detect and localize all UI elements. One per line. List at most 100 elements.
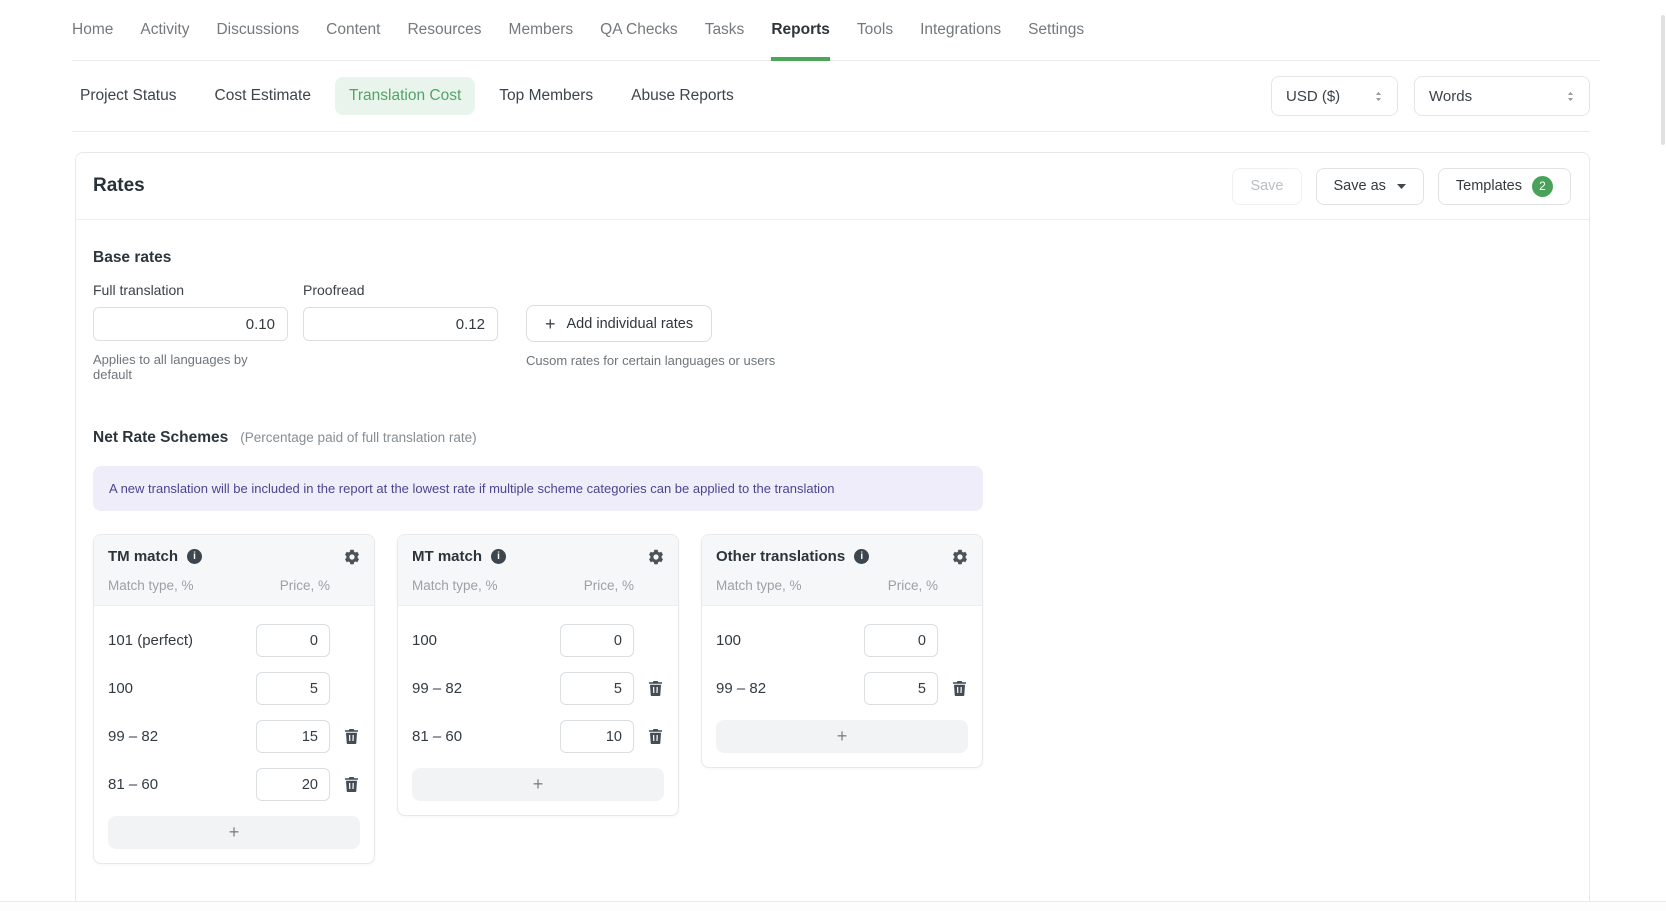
scheme-cards: TM matchMatch type, %Price, %101 (perfec…	[93, 534, 1572, 864]
rate-row: 81 – 60	[108, 768, 360, 801]
delete-row-button[interactable]	[345, 729, 358, 744]
tab-translation-cost[interactable]: Translation Cost	[335, 77, 475, 115]
match-range-label: 101 (perfect)	[108, 632, 256, 649]
net-rate-schemes-header: Net Rate Schemes (Percentage paid of ful…	[93, 429, 1572, 447]
add-individual-rates-button[interactable]: + Add individual rates	[526, 305, 712, 342]
nav-item-reports[interactable]: Reports	[771, 0, 830, 60]
base-rates-hint: Applies to all languages by default	[93, 352, 288, 382]
tab-cost-estimate[interactable]: Cost Estimate	[201, 77, 325, 115]
price-input[interactable]	[560, 672, 634, 705]
add-individual-rates-label: Add individual rates	[567, 316, 694, 332]
rate-row: 81 – 60	[412, 720, 664, 753]
match-range-label: 99 – 82	[108, 728, 256, 745]
proofread-input[interactable]	[303, 307, 498, 341]
report-filters: USD ($) Words	[1271, 76, 1590, 116]
vertical-scrollbar[interactable]	[1661, 15, 1665, 145]
nav-item-members[interactable]: Members	[509, 0, 574, 60]
save-button[interactable]: Save	[1232, 168, 1301, 205]
tab-project-status[interactable]: Project Status	[66, 77, 191, 115]
save-as-label: Save as	[1334, 178, 1386, 194]
scheme-title: MT match	[412, 548, 482, 565]
gear-icon	[344, 549, 360, 565]
full-translation-field: Full translation Applies to all language…	[93, 282, 288, 382]
base-rates-section: Base rates Full translation Applies to a…	[76, 220, 1589, 382]
match-range-label: 99 – 82	[716, 680, 864, 697]
scheme-card-header: MT match Match type, %Price, %	[398, 535, 678, 606]
net-rate-schemes-subtitle: (Percentage paid of full translation rat…	[240, 430, 476, 445]
scheme-card-mt-match: MT matchMatch type, %Price, %10099 – 828…	[397, 534, 679, 816]
price-input[interactable]	[256, 624, 330, 657]
delete-row-button[interactable]	[953, 681, 966, 696]
match-range-label: 81 – 60	[412, 728, 560, 745]
scheme-card-body: 100 99 – 82 +	[702, 606, 982, 767]
nav-item-resources[interactable]: Resources	[407, 0, 481, 60]
scheme-settings-button[interactable]	[344, 549, 360, 565]
column-header-price: Price, %	[280, 578, 330, 593]
price-input[interactable]	[864, 624, 938, 657]
scheme-settings-button[interactable]	[952, 549, 968, 565]
bottom-divider	[0, 901, 1666, 911]
scheme-card-body: 101 (perfect) 100 99 – 82 81 – 60 +	[94, 606, 374, 863]
column-header-match-type: Match type, %	[716, 578, 888, 593]
nav-item-home[interactable]: Home	[72, 0, 113, 60]
tab-abuse-reports[interactable]: Abuse Reports	[617, 77, 748, 115]
nav-item-tools[interactable]: Tools	[857, 0, 893, 60]
rates-card: Rates Save Save as Templates 2 Base rate…	[75, 152, 1590, 911]
nav-item-integrations[interactable]: Integrations	[920, 0, 1001, 60]
match-range-label: 100	[716, 632, 864, 649]
full-translation-input[interactable]	[93, 307, 288, 341]
add-row-button[interactable]: +	[108, 816, 360, 849]
units-select[interactable]: Words	[1414, 76, 1590, 116]
individual-rates-hint: Cusom rates for certain languages or use…	[526, 353, 775, 368]
currency-select[interactable]: USD ($)	[1271, 76, 1398, 116]
nav-item-qa-checks[interactable]: QA Checks	[600, 0, 678, 60]
save-as-button[interactable]: Save as	[1316, 168, 1424, 205]
select-arrows-icon	[1564, 90, 1577, 103]
info-icon[interactable]	[491, 549, 506, 564]
delete-row-button[interactable]	[649, 729, 662, 744]
nav-item-content[interactable]: Content	[326, 0, 380, 60]
rate-row: 99 – 82	[716, 672, 968, 705]
rate-row: 100	[108, 672, 360, 705]
templates-button[interactable]: Templates 2	[1438, 168, 1571, 205]
column-header-match-type: Match type, %	[412, 578, 584, 593]
net-rate-schemes-title: Net Rate Schemes	[93, 429, 228, 447]
info-icon[interactable]	[854, 549, 869, 564]
rates-card-header: Rates Save Save as Templates 2	[76, 153, 1589, 220]
price-input[interactable]	[256, 768, 330, 801]
nav-item-activity[interactable]: Activity	[140, 0, 189, 60]
column-header-price: Price, %	[888, 578, 938, 593]
price-input[interactable]	[256, 720, 330, 753]
scheme-title: Other translations	[716, 548, 845, 565]
match-range-label: 100	[108, 680, 256, 697]
nav-item-settings[interactable]: Settings	[1028, 0, 1084, 60]
units-select-value: Words	[1429, 88, 1472, 105]
lowest-rate-info-banner: A new translation will be included in th…	[93, 466, 983, 511]
column-header-price: Price, %	[584, 578, 634, 593]
price-input[interactable]	[256, 672, 330, 705]
info-icon[interactable]	[187, 549, 202, 564]
add-row-button[interactable]: +	[412, 768, 664, 801]
rates-title: Rates	[93, 175, 145, 197]
templates-label: Templates	[1456, 178, 1522, 194]
base-rates-title: Base rates	[93, 249, 1572, 267]
proofread-field: Proofread	[303, 282, 498, 341]
full-translation-label: Full translation	[93, 282, 288, 298]
currency-select-value: USD ($)	[1286, 88, 1340, 105]
rate-row: 101 (perfect)	[108, 624, 360, 657]
price-input[interactable]	[560, 720, 634, 753]
price-input[interactable]	[864, 672, 938, 705]
scheme-card-body: 10099 – 8281 – 60+	[398, 606, 678, 815]
trash-icon	[345, 729, 358, 744]
nav-item-discussions[interactable]: Discussions	[216, 0, 299, 60]
tab-top-members[interactable]: Top Members	[485, 77, 607, 115]
nav-item-tasks[interactable]: Tasks	[705, 0, 745, 60]
price-input[interactable]	[560, 624, 634, 657]
select-arrows-icon	[1372, 90, 1385, 103]
add-row-button[interactable]: +	[716, 720, 968, 753]
page: Home Activity Discussions Content Resources M…	[0, 0, 1666, 911]
scheme-settings-button[interactable]	[648, 549, 664, 565]
delete-row-button[interactable]	[649, 681, 662, 696]
delete-row-button[interactable]	[345, 777, 358, 792]
scheme-title: TM match	[108, 548, 178, 565]
